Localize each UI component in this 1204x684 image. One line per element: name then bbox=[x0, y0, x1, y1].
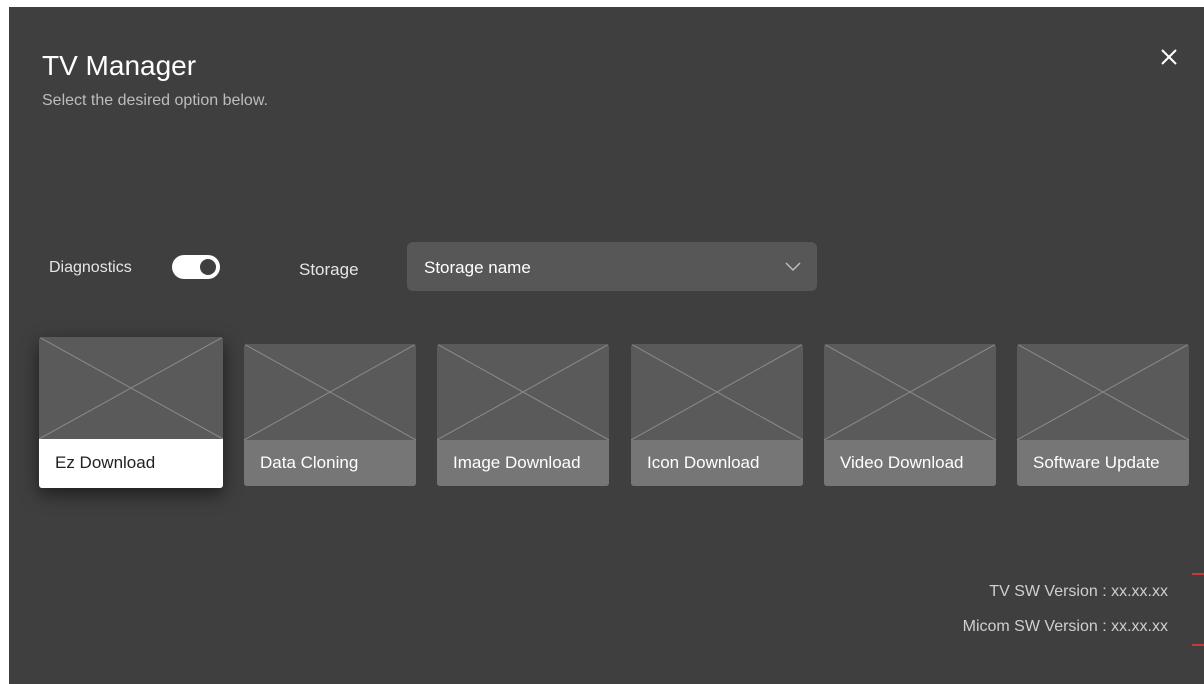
card-label-text: Icon Download bbox=[647, 453, 760, 472]
tv-manager-panel: TV Manager Select the desired option bel… bbox=[9, 7, 1204, 684]
image-placeholder-icon bbox=[244, 344, 416, 440]
card-label-text: Image Download bbox=[453, 453, 581, 472]
card-software-update[interactable]: Software Update bbox=[1017, 344, 1189, 486]
toggle-knob bbox=[200, 259, 216, 275]
storage-selected-value: Storage name bbox=[424, 258, 531, 277]
card-label-text: Ez Download bbox=[55, 453, 156, 472]
card-label-text: Data Cloning bbox=[260, 453, 359, 472]
card-label: Ez Download bbox=[39, 439, 223, 488]
image-placeholder-icon bbox=[631, 344, 803, 440]
edge-marker bbox=[1192, 644, 1204, 646]
card-ez-download[interactable]: Ez Download bbox=[39, 337, 223, 488]
tv-sw-version: TV SW Version : xx.xx.xx bbox=[989, 583, 1168, 600]
diagnostics-label: Diagnostics bbox=[49, 259, 132, 276]
image-placeholder-icon bbox=[824, 344, 996, 440]
card-label-text: Software Update bbox=[1033, 453, 1160, 472]
edge-marker bbox=[1192, 573, 1204, 575]
chevron-down-icon bbox=[785, 262, 801, 272]
storage-label: Storage bbox=[299, 260, 359, 279]
page-title: TV Manager bbox=[42, 50, 197, 81]
page-subtitle: Select the desired option below. bbox=[42, 92, 268, 109]
card-icon-download[interactable]: Icon Download bbox=[631, 344, 803, 486]
micom-sw-version: Micom SW Version : xx.xx.xx bbox=[962, 618, 1168, 635]
card-image-download[interactable]: Image Download bbox=[437, 344, 609, 486]
image-placeholder-icon bbox=[1017, 344, 1189, 440]
storage-dropdown[interactable]: Storage name bbox=[407, 242, 817, 291]
card-label-text: Video Download bbox=[840, 453, 964, 472]
diagnostics-toggle[interactable] bbox=[172, 255, 220, 279]
card-data-cloning[interactable]: Data Cloning bbox=[244, 344, 416, 486]
card-video-download[interactable]: Video Download bbox=[824, 344, 996, 486]
card-label: Software Update bbox=[1017, 440, 1189, 486]
image-placeholder-icon bbox=[437, 344, 609, 440]
close-button[interactable] bbox=[1157, 45, 1181, 69]
image-placeholder-icon bbox=[39, 337, 223, 439]
card-label: Video Download bbox=[824, 440, 996, 486]
card-label: Icon Download bbox=[631, 440, 803, 486]
card-label: Data Cloning bbox=[244, 440, 416, 486]
card-label: Image Download bbox=[437, 440, 609, 486]
close-icon bbox=[1161, 49, 1177, 65]
